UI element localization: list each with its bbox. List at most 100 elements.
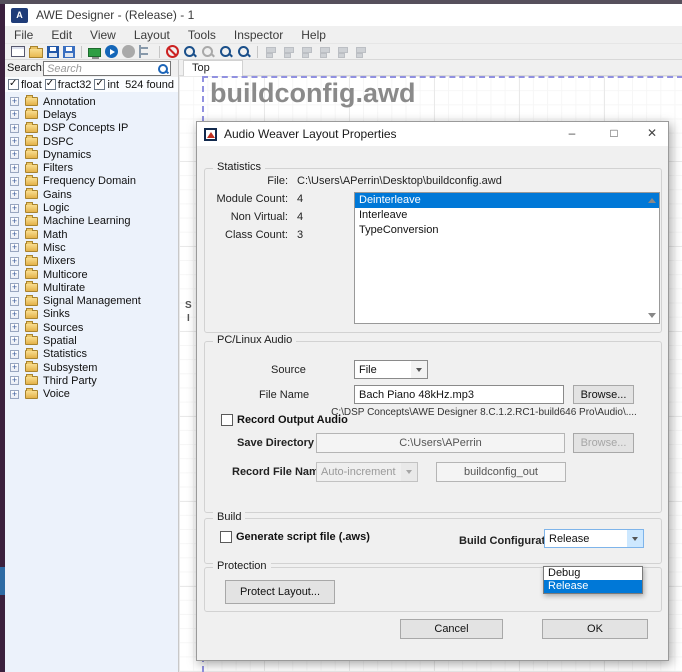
record-output-audio-checkbox[interactable]: Record Output Audio	[221, 414, 348, 426]
tree-item-third-party[interactable]: +Third Party	[5, 374, 178, 387]
scroll-up-icon[interactable]	[648, 198, 656, 203]
menu-item-tools[interactable]: Tools	[179, 28, 225, 42]
tree-item-gains[interactable]: +Gains	[5, 188, 178, 201]
dropdown-option-debug[interactable]: Debug	[544, 567, 642, 580]
tree-item-voice[interactable]: +Voice	[5, 388, 178, 401]
expand-icon[interactable]: +	[10, 363, 19, 372]
tree-item-dynamics[interactable]: +Dynamics	[5, 148, 178, 161]
generate-script-checkbox[interactable]: Generate script file (.aws)	[220, 531, 370, 543]
expand-icon[interactable]: +	[10, 217, 19, 226]
hardware-config-icon[interactable]	[88, 48, 101, 57]
checkbox-box[interactable]	[221, 414, 233, 426]
filter-checkbox-int[interactable]: int	[94, 79, 119, 91]
tree-item-math[interactable]: +Math	[5, 228, 178, 241]
tree-item-multirate[interactable]: +Multirate	[5, 281, 178, 294]
tree-item-multicore[interactable]: +Multicore	[5, 268, 178, 281]
zoom-fit-icon[interactable]	[237, 45, 251, 58]
new-layout-icon[interactable]	[11, 46, 25, 57]
save-directory-field[interactable]: C:\Users\APerrin	[316, 433, 565, 453]
stop-audio-icon[interactable]	[122, 45, 135, 58]
expand-icon[interactable]: +	[10, 376, 19, 385]
minimize-icon[interactable]: –	[557, 123, 587, 144]
expand-icon[interactable]: +	[10, 204, 19, 213]
checkbox-box[interactable]	[94, 79, 105, 90]
expand-icon[interactable]: +	[10, 124, 19, 133]
search-input[interactable]	[43, 61, 171, 76]
filter-checkbox-fract32[interactable]: fract32	[45, 79, 92, 91]
filter-checkbox-float[interactable]: float	[8, 79, 42, 91]
expand-icon[interactable]: +	[10, 230, 19, 239]
tree-item-delays[interactable]: +Delays	[5, 108, 178, 121]
expand-icon[interactable]: +	[10, 390, 19, 399]
chevron-down-icon[interactable]	[411, 361, 427, 378]
source-select[interactable]: File	[354, 360, 428, 379]
file-name-input[interactable]: Bach Piano 48kHz.mp3	[354, 385, 564, 404]
open-file-icon[interactable]	[29, 48, 43, 58]
expand-icon[interactable]: +	[10, 257, 19, 266]
tree-item-dsp-concepts-ip[interactable]: +DSP Concepts IP	[5, 122, 178, 135]
maximize-icon[interactable]: □	[599, 123, 629, 144]
expand-icon[interactable]: +	[10, 190, 19, 199]
align-left-icon[interactable]	[264, 45, 278, 58]
save-as-icon[interactable]	[63, 46, 75, 58]
tree-item-logic[interactable]: +Logic	[5, 201, 178, 214]
record-file-name-field[interactable]: buildconfig_out	[436, 462, 566, 482]
expand-icon[interactable]: +	[10, 243, 19, 252]
menu-item-inspector[interactable]: Inspector	[225, 28, 292, 42]
checkbox-box[interactable]	[45, 79, 56, 90]
tree-item-frequency-domain[interactable]: +Frequency Domain	[5, 175, 178, 188]
tab-top[interactable]: Top	[183, 60, 243, 76]
module-class-item[interactable]: TypeConversion	[355, 223, 659, 238]
module-class-list[interactable]: DeinterleaveInterleaveTypeConversion	[354, 192, 660, 324]
play-audio-icon[interactable]	[105, 45, 118, 58]
menu-item-help[interactable]: Help	[292, 28, 335, 42]
tree-item-machine-learning[interactable]: +Machine Learning	[5, 215, 178, 228]
zoom-selection-icon[interactable]	[201, 45, 215, 58]
cancel-button[interactable]: Cancel	[400, 619, 503, 639]
search-icon[interactable]	[157, 63, 170, 76]
expand-icon[interactable]: +	[10, 270, 19, 279]
tree-item-filters[interactable]: +Filters	[5, 161, 178, 174]
ok-button[interactable]: OK	[542, 619, 648, 639]
tree-item-signal-management[interactable]: +Signal Management	[5, 294, 178, 307]
inspector-off-icon[interactable]	[166, 45, 179, 58]
expand-icon[interactable]: +	[10, 323, 19, 332]
browse-directory-button[interactable]: Browse...	[573, 433, 634, 453]
expand-icon[interactable]: +	[10, 164, 19, 173]
align-right-icon[interactable]	[282, 45, 296, 58]
dialog-title-bar[interactable]: Audio Weaver Layout Properties – □ ✕	[197, 122, 668, 146]
zoom-out-icon[interactable]	[219, 45, 233, 58]
module-class-item[interactable]: Interleave	[355, 208, 659, 223]
expand-icon[interactable]: +	[10, 350, 19, 359]
tree-item-statistics[interactable]: +Statistics	[5, 348, 178, 361]
build-configuration-select[interactable]: Release	[544, 529, 644, 548]
tree-item-sinks[interactable]: +Sinks	[5, 308, 178, 321]
menu-item-view[interactable]: View	[81, 28, 125, 42]
distribute-horizontal-icon[interactable]	[336, 45, 350, 58]
browse-file-button[interactable]: Browse...	[573, 385, 634, 404]
close-icon[interactable]: ✕	[637, 123, 667, 144]
menu-item-file[interactable]: File	[5, 28, 42, 42]
expand-icon[interactable]: +	[10, 137, 19, 146]
scroll-down-icon[interactable]	[648, 313, 656, 318]
expand-icon[interactable]: +	[10, 336, 19, 345]
distribute-vertical-icon[interactable]	[354, 45, 368, 58]
protect-layout-button[interactable]: Protect Layout...	[225, 580, 335, 604]
tree-item-spatial[interactable]: +Spatial	[5, 334, 178, 347]
record-mode-select[interactable]: Auto-increment	[316, 462, 418, 482]
expand-icon[interactable]: +	[10, 283, 19, 292]
checkbox-box[interactable]	[220, 531, 232, 543]
expand-icon[interactable]: +	[10, 150, 19, 159]
dropdown-option-release[interactable]: Release	[544, 580, 642, 593]
tree-item-misc[interactable]: +Misc	[5, 241, 178, 254]
zoom-in-icon[interactable]	[183, 45, 197, 58]
module-class-item[interactable]: Deinterleave	[355, 193, 659, 208]
chevron-down-icon[interactable]	[627, 530, 643, 547]
profile-icon[interactable]	[139, 45, 153, 58]
menu-item-edit[interactable]: Edit	[42, 28, 81, 42]
menu-item-layout[interactable]: Layout	[125, 28, 179, 42]
save-icon[interactable]	[47, 46, 59, 58]
tree-item-dspc[interactable]: +DSPC	[5, 135, 178, 148]
tree-item-mixers[interactable]: +Mixers	[5, 255, 178, 268]
expand-icon[interactable]: +	[10, 297, 19, 306]
